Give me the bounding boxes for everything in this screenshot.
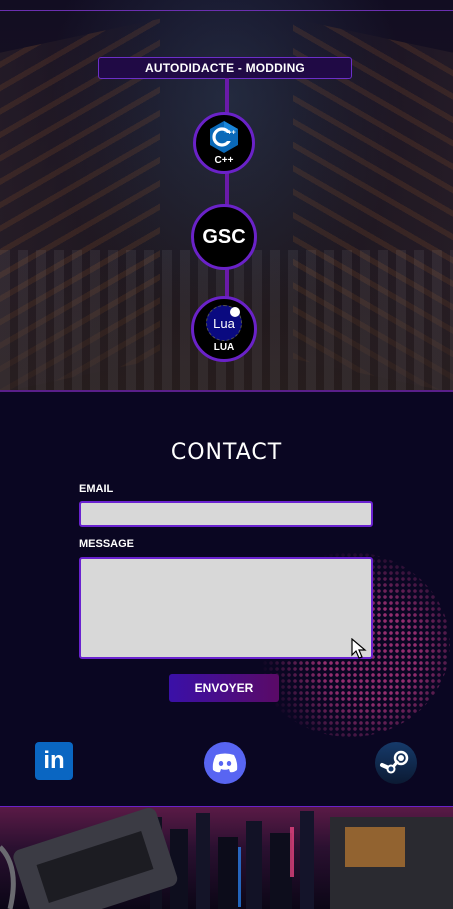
cpp-logo-icon: ++ [210, 121, 238, 153]
svg-text:++: ++ [228, 130, 236, 137]
linkedin-icon: in [43, 747, 65, 774]
skill-node-gsc: GSC [191, 204, 257, 270]
linkedin-link[interactable]: in [35, 742, 73, 780]
lua-logo-text: Lua [213, 315, 235, 331]
contact-section: CONTACT EMAIL MESSAGE ENVOYER in [0, 392, 453, 806]
skill-label-lua: LUA [213, 342, 235, 353]
email-field[interactable] [79, 501, 373, 527]
steam-link[interactable] [375, 742, 417, 784]
discord-icon [212, 753, 238, 773]
top-divider [0, 10, 453, 11]
mouse-pointer-icon [351, 638, 367, 659]
timeline-title: AUTODIDACTE - MODDING [98, 57, 352, 79]
discord-link[interactable] [204, 742, 246, 784]
message-label: MESSAGE [79, 538, 135, 550]
skills-section: AUTODIDACTE - MODDING ++ C++ GSC Lua LUA [0, 0, 453, 392]
steam-icon [380, 750, 409, 774]
skill-node-lua: Lua LUA [191, 296, 257, 362]
skill-label-cpp: C++ [214, 155, 234, 166]
lua-moon [230, 307, 240, 317]
email-label: EMAIL [79, 483, 114, 495]
contact-title: CONTACT [170, 440, 283, 466]
city-skyline-illustration [0, 807, 453, 909]
skill-label-gsc: GSC [202, 225, 246, 248]
skill-node-cpp: ++ C++ [193, 112, 255, 174]
lua-logo-icon: Lua [206, 305, 242, 341]
footer-illustration [0, 806, 453, 909]
message-field[interactable] [79, 557, 373, 659]
send-button[interactable]: ENVOYER [169, 674, 279, 702]
